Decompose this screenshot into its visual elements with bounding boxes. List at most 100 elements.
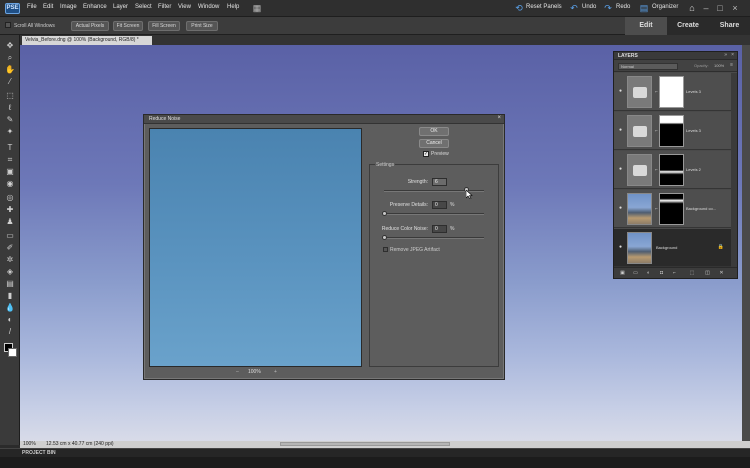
tab-edit[interactable]: Edit	[625, 17, 667, 35]
preserve-details-input[interactable]: 0	[432, 201, 447, 209]
undo-icon[interactable]: ↶	[568, 2, 580, 14]
menu-image[interactable]: Image	[60, 4, 77, 10]
opacity-input[interactable]: 100%	[714, 63, 724, 68]
menu-file[interactable]: File	[27, 4, 37, 10]
home-icon[interactable]: ⌂	[686, 2, 698, 14]
layer-mask-thumbnail[interactable]	[659, 115, 684, 147]
blur-tool-icon[interactable]: 💧	[4, 303, 16, 313]
visibility-eye-icon[interactable]: ●	[617, 245, 624, 250]
eraser-tool-icon[interactable]: ▭	[4, 231, 16, 241]
menu-help[interactable]: Help	[227, 4, 239, 10]
ok-button[interactable]: OK	[419, 127, 449, 136]
fit-screen-button[interactable]: Fit Screen	[113, 21, 143, 31]
new-layer-icon[interactable]: ▣	[619, 270, 626, 277]
cookie-cutter-tool-icon[interactable]: ◉	[4, 179, 16, 189]
panel-collapse-icon[interactable]: »	[724, 52, 727, 58]
move-tool-icon[interactable]: ✥	[4, 41, 16, 51]
layer-row[interactable]: ● ⌐ Background co...	[614, 190, 732, 228]
link-icon[interactable]: ⌐	[655, 167, 658, 173]
recompose-tool-icon[interactable]: ▣	[4, 167, 16, 177]
undo-button[interactable]: Undo	[582, 4, 596, 10]
reduce-color-noise-slider-thumb[interactable]	[382, 235, 387, 240]
dialog-title-bar[interactable]: Reduce Noise ×	[144, 115, 504, 124]
canvas-horizontal-scrollbar[interactable]	[280, 442, 450, 446]
link-layers-icon[interactable]: ⌐	[671, 270, 678, 277]
crop-tool-icon[interactable]: ⌗	[4, 155, 16, 165]
layer-row[interactable]: ● ⌐ Levels 3	[614, 73, 732, 111]
brush-tool-icon[interactable]: ✐	[4, 243, 16, 253]
smart-brush-tool-icon[interactable]: ✲	[4, 255, 16, 265]
layers-panel-header[interactable]: LAYERS » ×	[614, 52, 737, 60]
link-icon[interactable]: ⌐	[655, 89, 658, 95]
minimize-icon[interactable]: –	[700, 2, 712, 14]
panel-menu-icon[interactable]: ≡	[730, 62, 733, 68]
gradient-tool-icon[interactable]: ▤	[4, 279, 16, 289]
healing-brush-tool-icon[interactable]: ✚	[4, 205, 16, 215]
fill-screen-button[interactable]: Fill Screen	[148, 21, 180, 31]
visibility-eye-icon[interactable]: ●	[617, 167, 624, 172]
reduce-color-noise-slider-track[interactable]	[384, 237, 484, 239]
blend-mode-select[interactable]: Normal	[618, 63, 678, 70]
background-color-swatch[interactable]	[8, 348, 17, 357]
trash-icon[interactable]: ✕	[718, 270, 725, 277]
workspace-layout-icon[interactable]: ▦	[251, 2, 263, 14]
visibility-eye-icon[interactable]: ●	[617, 206, 624, 211]
layer-row[interactable]: ● Background 🔒	[614, 229, 732, 267]
hand-tool-icon[interactable]: ✋	[4, 65, 16, 75]
layer-mask-thumbnail[interactable]	[659, 154, 684, 186]
adjustment-layer-icon[interactable]: ◐	[645, 270, 652, 277]
reduce-color-noise-input[interactable]: 0	[432, 225, 447, 233]
paint-bucket-tool-icon[interactable]: ◈	[4, 267, 16, 277]
redo-button[interactable]: Redo	[616, 4, 630, 10]
preserve-details-slider-track[interactable]	[384, 213, 484, 215]
zoom-tool-icon[interactable]: ⌕	[4, 53, 16, 63]
scroll-all-windows-checkbox[interactable]	[5, 22, 11, 28]
zoom-out-button[interactable]: –	[236, 369, 239, 375]
shape-tool-icon[interactable]: ▮	[4, 291, 16, 301]
preserve-details-slider-thumb[interactable]	[382, 211, 387, 216]
red-eye-tool-icon[interactable]: ◎	[4, 193, 16, 203]
project-bin-bar[interactable]: PROJECT BIN	[0, 448, 750, 457]
type-tool-icon[interactable]: T	[4, 143, 16, 153]
preview-checkbox[interactable]: ✓	[423, 151, 429, 157]
remove-jpeg-artifact-checkbox[interactable]	[383, 247, 388, 252]
layer-mask-thumbnail[interactable]	[659, 76, 684, 108]
menu-enhance[interactable]: Enhance	[83, 4, 107, 10]
visibility-eye-icon[interactable]: ●	[617, 89, 624, 94]
link-icon[interactable]: ⌐	[655, 206, 658, 212]
layer-row[interactable]: ● ⌐ Levels 2	[614, 151, 732, 189]
menu-edit[interactable]: Edit	[43, 4, 53, 10]
maximize-icon[interactable]: □	[714, 2, 726, 14]
actual-pixels-button[interactable]: Actual Pixels	[71, 21, 109, 31]
organizer-icon[interactable]: ▤	[638, 2, 650, 14]
organizer-button[interactable]: Organizer	[652, 4, 678, 10]
lasso-tool-icon[interactable]: ℓ	[4, 103, 16, 113]
eyedropper-tool-icon[interactable]: ⁄	[4, 77, 16, 87]
reset-panels-button[interactable]: Reset Panels	[526, 4, 562, 10]
zoom-in-button[interactable]: +	[274, 369, 277, 375]
add-mask-icon[interactable]: ◘	[658, 270, 665, 277]
print-size-button[interactable]: Print Size	[186, 21, 218, 31]
new-group-icon[interactable]: ▭	[632, 270, 639, 277]
menu-window[interactable]: Window	[198, 4, 219, 10]
visibility-eye-icon[interactable]: ●	[617, 128, 624, 133]
quick-selection-tool-icon[interactable]: ✎	[4, 115, 16, 125]
redo-icon[interactable]: ↷	[602, 2, 614, 14]
strength-input[interactable]: 6	[432, 178, 447, 186]
lock-all-icon[interactable]: ◫	[704, 270, 711, 277]
lock-transparency-icon[interactable]: ⬚	[684, 270, 700, 277]
menu-filter[interactable]: Filter	[158, 4, 171, 10]
link-icon[interactable]: ⌐	[655, 128, 658, 134]
tab-share[interactable]: Share	[709, 17, 750, 35]
cancel-button[interactable]: Cancel	[419, 139, 449, 148]
canvas-vertical-scrollbar[interactable]	[742, 45, 750, 441]
tab-create[interactable]: Create	[667, 17, 709, 35]
panel-close-icon[interactable]: ×	[731, 52, 734, 58]
menu-layer[interactable]: Layer	[113, 4, 128, 10]
magic-wand-tool-icon[interactable]: ✦	[4, 127, 16, 137]
document-tab[interactable]: Velvia_Before.dng @ 100% (Background, RG…	[22, 36, 152, 45]
marquee-tool-icon[interactable]: ⬚	[4, 91, 16, 101]
preview-image[interactable]	[149, 128, 362, 367]
layer-row[interactable]: ● ⌐ Levels 3	[614, 112, 732, 150]
pencil-tool-icon[interactable]: /	[4, 327, 16, 337]
